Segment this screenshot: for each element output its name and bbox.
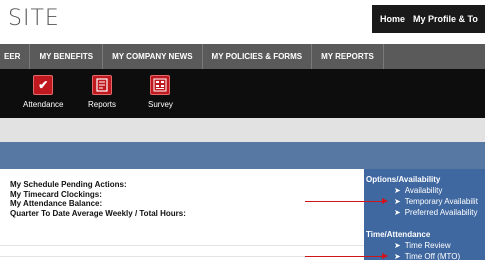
arrow-right-icon: ➤ — [394, 186, 401, 195]
options-availability-heading: Options/Availability — [366, 175, 441, 184]
nav-item-my-policies-forms[interactable]: MY POLICIES & FORMS — [203, 44, 313, 69]
attendance-label: Attendance — [23, 100, 64, 109]
nav-item-my-benefits[interactable]: MY BENEFITS — [30, 44, 104, 69]
summary-list: My Schedule Pending Actions: My Timecard… — [10, 180, 186, 218]
preferred-availability-link[interactable]: ➤ Preferred Availability — [394, 208, 477, 217]
arrow-right-icon: ➤ — [394, 241, 401, 250]
attendance-balance-label: My Attendance Balance: — [10, 199, 103, 209]
annotation-arrow — [305, 253, 388, 259]
report-document-icon — [92, 75, 112, 95]
time-review-link[interactable]: ➤ Time Review — [394, 241, 451, 250]
home-link[interactable]: Home — [380, 14, 405, 24]
temporary-availability-label: Temporary Availabilit — [404, 197, 478, 206]
site-title: SITE — [8, 6, 60, 31]
portal-page: SITE Home My Profile & To EER MY BENEFIT… — [0, 0, 485, 260]
quarter-average-hours-label: Quarter To Date Average Weekly / Total H… — [10, 208, 186, 218]
annotation-arrow — [305, 198, 388, 204]
nav-item-career[interactable]: EER — [0, 44, 31, 69]
survey-form-icon — [150, 75, 171, 95]
divider — [0, 245, 365, 246]
time-off-link[interactable]: ➤ Time Off (MTO) — [394, 252, 460, 260]
time-review-label: Time Review — [404, 241, 451, 250]
attendance-tool[interactable]: ✔ Attendance — [23, 75, 63, 109]
arrow-right-icon: ➤ — [394, 197, 401, 206]
checkmark-icon: ✔ — [33, 75, 54, 95]
grey-strip — [0, 118, 485, 142]
availability-link[interactable]: ➤ Availability — [394, 186, 442, 195]
icon-toolbar: ✔ Attendance Reports Survey — [0, 69, 485, 118]
nav-item-my-reports[interactable]: MY REPORTS — [312, 44, 384, 69]
time-off-label: Time Off (MTO) — [404, 252, 461, 260]
top-links-bar: Home My Profile & To — [372, 5, 485, 33]
reports-tool[interactable]: Reports — [88, 75, 116, 109]
survey-tool[interactable]: Survey — [148, 75, 173, 109]
schedule-pending-actions-label: My Schedule Pending Actions: — [10, 180, 127, 189]
nav-item-my-company-news[interactable]: MY COMPANY NEWS — [103, 44, 203, 69]
my-profile-link[interactable]: My Profile & To — [413, 14, 478, 24]
availability-label: Availability — [404, 186, 443, 195]
survey-label: Survey — [148, 100, 173, 109]
arrow-right-icon: ➤ — [394, 252, 401, 260]
main-nav: EER MY BENEFITS MY COMPANY NEWS MY POLIC… — [0, 44, 485, 69]
section-header-bar — [0, 142, 485, 169]
arrow-right-icon: ➤ — [394, 208, 401, 217]
temporary-availability-link[interactable]: ➤ Temporary Availabilit — [394, 197, 478, 206]
timecard-clockings-label: My Timecard Clockings: — [10, 189, 102, 199]
time-attendance-heading: Time/Attendance — [366, 230, 431, 239]
side-panel: Options/Availability ➤ Availability ➤ Temp… — [364, 169, 485, 260]
preferred-availability-label: Preferred Availability — [404, 208, 478, 217]
reports-label: Reports — [88, 100, 117, 109]
